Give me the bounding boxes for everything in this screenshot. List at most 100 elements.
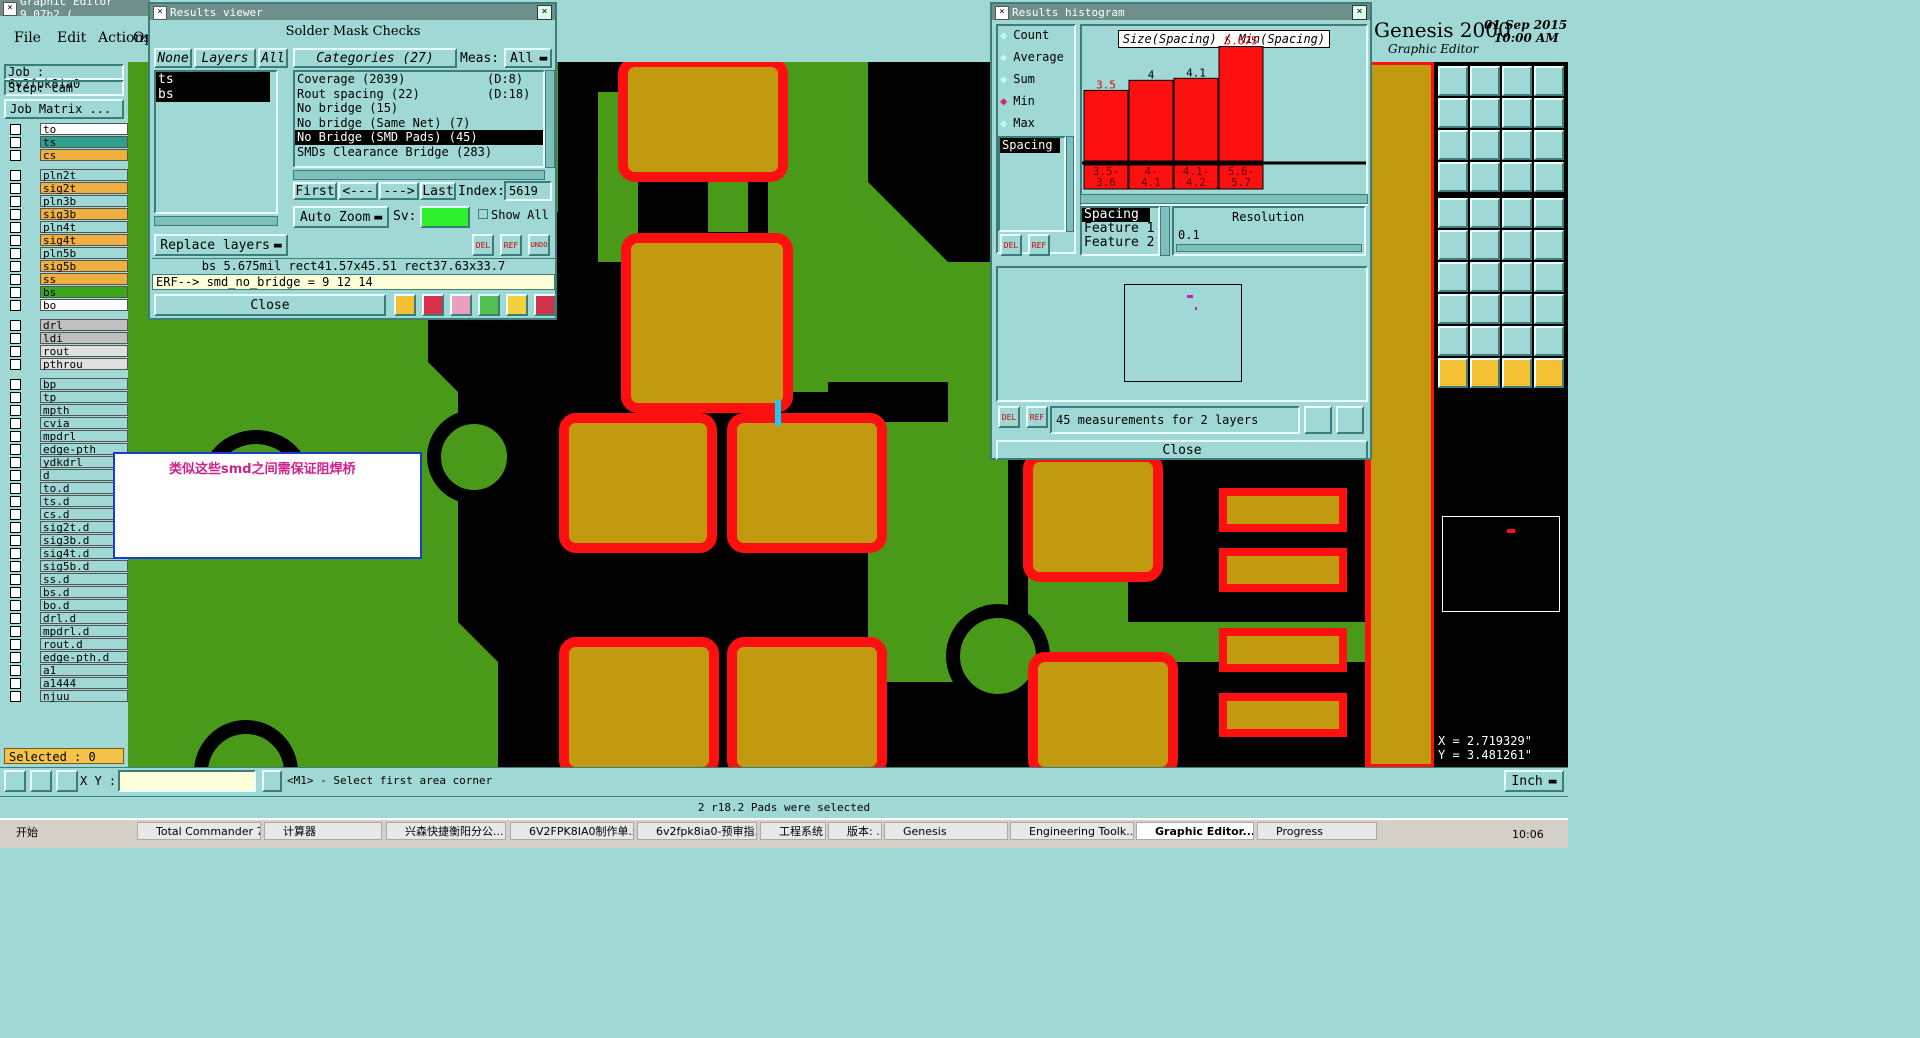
layer-name[interactable]: a1 (40, 664, 128, 677)
radio-icon[interactable]: ◆ (1000, 94, 1007, 108)
cursor-icon[interactable] (262, 770, 282, 792)
layer-checkbox[interactable] (10, 137, 21, 148)
layer-checkbox[interactable] (10, 170, 21, 181)
zoom-window-icon[interactable] (4, 770, 26, 792)
taskbar-item[interactable]: Engineering Toolk... (1010, 822, 1134, 840)
measure-icon[interactable] (1502, 294, 1532, 324)
layer-row[interactable]: pln5b (6, 247, 128, 260)
histogram-bar[interactable] (1218, 46, 1264, 162)
highlight-icon[interactable] (422, 294, 444, 316)
layer-checkbox[interactable] (10, 150, 21, 161)
menu-file[interactable]: File (14, 30, 41, 46)
tree-icon[interactable] (1534, 230, 1564, 260)
number-icon[interactable] (478, 294, 500, 316)
layer-checkbox[interactable] (10, 222, 21, 233)
grid-icon[interactable] (56, 770, 78, 792)
arc-d-icon[interactable] (1534, 326, 1564, 356)
layer-checkbox[interactable] (10, 691, 21, 702)
layer-checkbox[interactable] (10, 587, 21, 598)
stat-option-max[interactable]: ◆ Max (1000, 116, 1035, 130)
layer-name[interactable]: bo.d (40, 599, 128, 612)
taskbar-item[interactable]: 6v2fpk8ia0-预审指... (637, 822, 757, 840)
layer-row[interactable]: mpdrl (6, 430, 128, 443)
histogram-bar[interactable] (1173, 77, 1219, 162)
layer-name[interactable]: sig5b.d (40, 560, 128, 573)
print-icon[interactable] (1336, 406, 1364, 434)
layer-row[interactable]: pln4t (6, 221, 128, 234)
layer-row[interactable]: cvia (6, 417, 128, 430)
layer-name[interactable]: mpdrl.d (40, 625, 128, 638)
export-icon[interactable] (1470, 98, 1500, 128)
chart-h-scrollbar[interactable] (1080, 194, 1368, 204)
layer-checkbox[interactable] (10, 626, 21, 637)
export-icon[interactable] (1304, 406, 1332, 434)
layer-row[interactable]: drl.d (6, 612, 128, 625)
grid-icon[interactable] (1534, 66, 1564, 96)
prev-button[interactable]: <--- (338, 182, 378, 200)
radio-icon[interactable]: ◆ (1000, 116, 1007, 130)
pointer-c-icon[interactable] (1534, 358, 1564, 388)
layer-name[interactable]: tp (40, 391, 128, 404)
layer-name[interactable]: drl (40, 319, 128, 332)
radio-icon[interactable]: ◆ (1000, 72, 1007, 86)
layer-checkbox[interactable] (10, 535, 21, 546)
layer-checkbox[interactable] (10, 209, 21, 220)
taskbar-item[interactable]: 工程系统 (760, 822, 826, 840)
list-item[interactable]: ts (156, 72, 270, 87)
copy-icon[interactable] (1534, 294, 1564, 324)
meas-dropdown[interactable]: All ▬ (504, 48, 552, 68)
preview-ref-button[interactable]: REF (1026, 406, 1048, 428)
layer-name[interactable]: sig4t (40, 234, 128, 247)
layer-row[interactable]: ldi (6, 332, 128, 345)
layer-row[interactable]: sig4t (6, 234, 128, 247)
import-icon[interactable] (1438, 98, 1468, 128)
scale-icon[interactable] (1502, 130, 1532, 160)
rect-icon[interactable] (1438, 294, 1468, 324)
layer-name[interactable]: sig5b (40, 260, 128, 273)
layer-name[interactable]: drl.d (40, 612, 128, 625)
layer-row[interactable]: bo (6, 299, 128, 312)
histogram-list[interactable]: Spacing (998, 136, 1066, 232)
layer-row[interactable]: ydkdrl (6, 456, 128, 469)
home-icon[interactable] (1502, 66, 1532, 96)
layer-row[interactable]: ts (6, 136, 128, 149)
layer-checkbox[interactable] (10, 124, 21, 135)
connect-icon[interactable] (1502, 162, 1532, 192)
help-icon[interactable] (1534, 130, 1564, 160)
layer-checkbox[interactable] (10, 665, 21, 676)
layer-row[interactable]: drl (6, 319, 128, 332)
layer-name[interactable]: pln4t (40, 221, 128, 234)
layer-row[interactable]: rout.d (6, 638, 128, 651)
sv-color-dropdown[interactable] (420, 206, 470, 228)
layer-row[interactable]: pln3b (6, 195, 128, 208)
pointer-alt-icon[interactable] (1470, 358, 1500, 388)
arc-b-icon[interactable] (1470, 326, 1500, 356)
app-icon[interactable]: × (3, 2, 17, 16)
job-matrix-button[interactable]: Job Matrix ... (4, 99, 124, 119)
list-item[interactable]: No Bridge (SMD Pads) (45) (295, 130, 543, 145)
layer-checkbox[interactable] (10, 600, 21, 611)
histogram-bar[interactable] (1128, 79, 1174, 162)
taskbar-item[interactable]: Genesis (884, 822, 1008, 840)
index-field[interactable]: 5619 (504, 181, 552, 201)
hist-del-button[interactable]: DEL (1000, 234, 1022, 256)
ref-button[interactable]: REF (500, 234, 522, 256)
report-icon[interactable] (506, 294, 528, 316)
taskbar-item[interactable]: Total Commander 7... (137, 822, 261, 840)
layer-name[interactable]: ldi (40, 332, 128, 345)
unit-dropdown[interactable]: Inch ▬ (1504, 770, 1564, 792)
layer-checkbox[interactable] (10, 496, 21, 507)
link-icon[interactable] (1502, 230, 1532, 260)
histogram-close-button[interactable]: Close (996, 440, 1368, 460)
stat-option-count[interactable]: ◆ Count (1000, 28, 1049, 42)
layer-name[interactable]: sig3b (40, 208, 128, 221)
list-item[interactable]: Feature 1 (1082, 222, 1158, 236)
curve-icon[interactable] (1502, 262, 1532, 292)
layer-row[interactable]: to (6, 123, 128, 136)
del-button[interactable]: DEL (472, 234, 494, 256)
cross-icon[interactable] (1470, 230, 1500, 260)
show-all-checkbox[interactable] (478, 209, 488, 219)
layer-checkbox[interactable] (10, 678, 21, 689)
layer-name[interactable]: edge-pth.d (40, 651, 128, 664)
layer-checkbox[interactable] (10, 457, 21, 468)
